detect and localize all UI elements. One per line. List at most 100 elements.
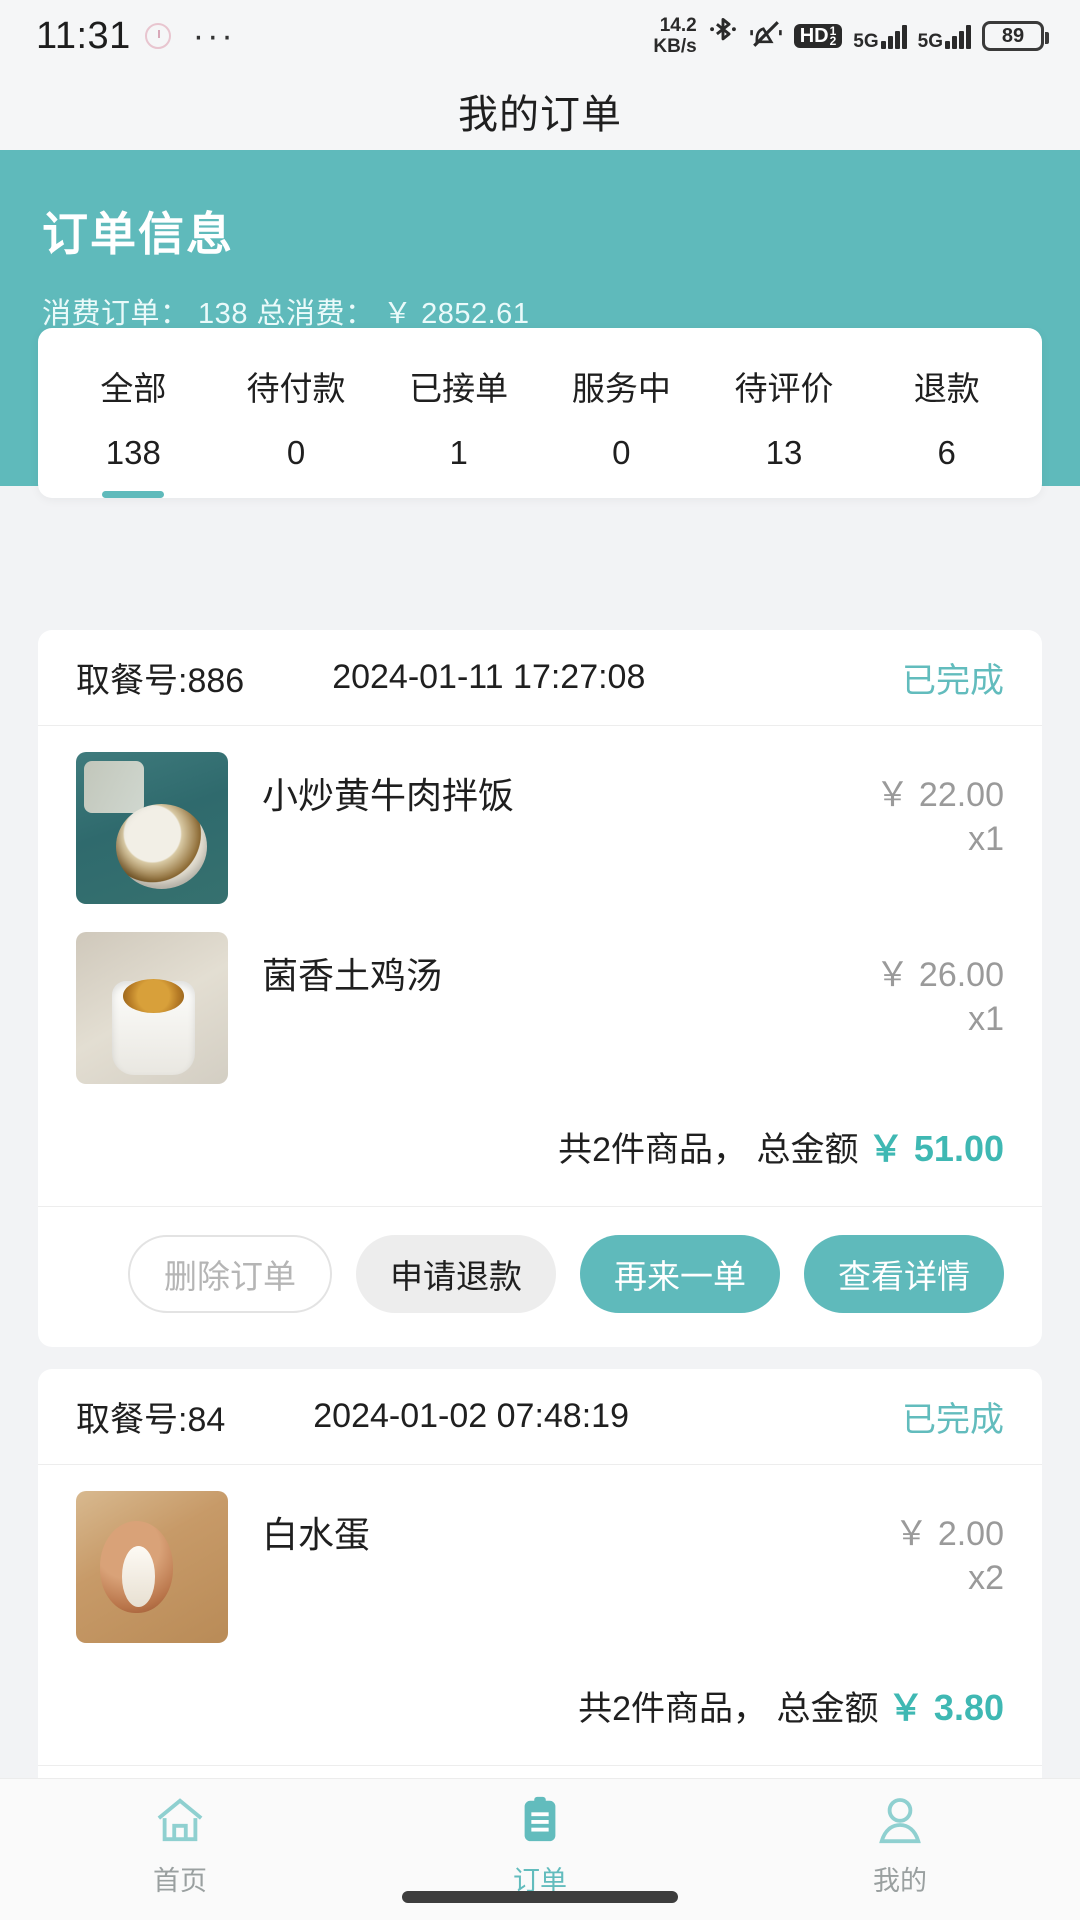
nav-item-orders[interactable]: 订单 (360, 1795, 720, 1898)
bluetooth-icon (708, 17, 738, 56)
summary-title: 订单信息 (42, 208, 234, 260)
tab-all-count: 138 (105, 434, 161, 471)
tab-all[interactable]: 全部 138 (52, 362, 215, 498)
food-quantity: x1 (968, 999, 1004, 1038)
pickup-number: 取餐号:84 (76, 1401, 226, 1439)
page-title: 我的订单 (458, 93, 622, 137)
food-price: ￥ 22.00 (875, 776, 1004, 814)
signal-label-1: 5G (853, 31, 879, 52)
bottom-navigation: 首页 订单 我的 (0, 1778, 1080, 1920)
network-speed-indicator: 14.2 KB/s (653, 15, 696, 57)
food-price: ￥ 26.00 (875, 956, 1004, 994)
summary-subtitle: 消费订单： 138 总消费： ￥ 2852.61 (42, 298, 530, 330)
nav-item-home-label: 首页 (153, 1866, 207, 1896)
tab-accepted-count: 1 (449, 434, 468, 471)
pickup-number: 取餐号:886 (76, 662, 245, 700)
network-speed-unit: KB/s (653, 36, 697, 57)
hd-label: HD (799, 25, 829, 47)
reorder-button[interactable]: 再来一单 (580, 1235, 780, 1313)
alarm-icon (144, 23, 171, 49)
order-total-amount: ￥ 3.80 (887, 1687, 1004, 1728)
tab-pending-review[interactable]: 待评价 13 (703, 362, 866, 472)
delete-order-button[interactable]: 删除订单 (128, 1235, 332, 1313)
tab-active-indicator (102, 491, 165, 498)
hd-sup-sub: 1 2 (829, 25, 837, 48)
food-quantity: x1 (968, 819, 1004, 858)
order-summary: 共2件商品， 总金额 ￥ 3.80 (38, 1671, 1042, 1765)
nav-item-home[interactable]: 首页 (0, 1795, 360, 1898)
order-card[interactable]: 取餐号:84 2024-01-02 07:48:19 已完成 白水蛋 ￥ 2.0… (38, 1369, 1042, 1778)
tab-all-label: 全部 (100, 370, 167, 407)
tab-refund-label: 退款 (913, 370, 980, 407)
signal-5g-icon-1: 5G (853, 23, 907, 52)
status-time: 11:31 (36, 14, 131, 57)
food-name: 白水蛋 (262, 1514, 371, 1555)
hd-voice-icon: HD 1 2 (793, 24, 843, 48)
tab-pending-review-count: 13 (765, 434, 803, 471)
signal-label-2: 5G (917, 31, 943, 52)
order-summary: 共2件商品， 总金额 ￥ 51.00 (38, 1112, 1042, 1206)
signal-bars-1 (880, 23, 907, 49)
food-name: 小炒黄牛肉拌饭 (262, 775, 515, 816)
signal-5g-icon-2: 5G (917, 23, 971, 52)
network-speed-value: 14.2 (659, 15, 697, 36)
tab-pending-payment-count: 0 (286, 434, 306, 471)
tab-pending-payment-label: 待付款 (246, 370, 346, 407)
order-card-header: 取餐号:84 2024-01-02 07:48:19 已完成 (38, 1369, 1042, 1465)
tab-accepted-label: 已接单 (409, 370, 509, 407)
overflow-dots-icon: ··· (192, 17, 236, 55)
food-quantity: x2 (968, 1558, 1004, 1597)
person-icon (874, 1795, 926, 1850)
order-item[interactable]: 菌香土鸡汤 ￥ 26.00 x1 (76, 932, 1004, 1084)
mute-icon (749, 18, 783, 55)
order-actions: 删除订单 申请退款 再来一单 查看详情 (38, 1765, 1042, 1778)
order-item[interactable]: 白水蛋 ￥ 2.00 x2 (76, 1491, 1004, 1643)
request-refund-button[interactable]: 申请退款 (356, 1235, 556, 1313)
tab-accepted[interactable]: 已接单 1 (377, 362, 540, 472)
order-items: 白水蛋 ￥ 2.00 x2 (38, 1465, 1042, 1643)
order-item[interactable]: 小炒黄牛肉拌饭 ￥ 22.00 x1 (76, 752, 1004, 904)
order-list[interactable]: 取餐号:886 2024-01-11 17:27:08 已完成 小炒黄牛肉拌饭 … (0, 630, 1080, 1778)
status-bar: 11:31 ··· 14.2 KB/s HD 1 2 5G 5G 89 (0, 0, 1080, 72)
food-thumbnail (76, 752, 228, 904)
order-total-amount: ￥ 51.00 (867, 1128, 1004, 1169)
order-status-tabs: 全部 138 待付款 0 已接单 1 服务中 0 待评价 13 退款 6 (38, 328, 1042, 498)
food-thumbnail (76, 1491, 228, 1643)
tab-in-service-count: 0 (612, 434, 631, 471)
order-status-badge: 已完成 (902, 1401, 1004, 1439)
food-price-qty: ￥ 2.00 x2 (894, 1491, 1004, 1643)
order-status-badge: 已完成 (902, 662, 1004, 700)
tab-in-service[interactable]: 服务中 0 (540, 362, 703, 472)
food-thumbnail (76, 932, 228, 1084)
tab-in-service-label: 服务中 (571, 370, 671, 407)
clipboard-icon (515, 1795, 565, 1850)
food-name: 菌香土鸡汤 (262, 955, 443, 996)
order-datetime: 2024-01-02 07:48:19 (313, 1397, 629, 1435)
order-card[interactable]: 取餐号:886 2024-01-11 17:27:08 已完成 小炒黄牛肉拌饭 … (38, 630, 1042, 1347)
order-summary-header: 订单信息 消费订单： 138 总消费： ￥ 2852.61 全部 138 待付款… (0, 150, 1080, 498)
food-price-qty: ￥ 26.00 x1 (875, 932, 1004, 1084)
view-details-button[interactable]: 查看详情 (804, 1235, 1004, 1313)
tab-refund-count: 6 (937, 434, 956, 471)
home-icon (153, 1795, 207, 1850)
battery-level: 89 (1001, 24, 1025, 47)
order-summary-prefix: 共2件商品， 总金额 (558, 1131, 859, 1169)
food-price: ￥ 2.00 (894, 1515, 1004, 1553)
nav-item-profile[interactable]: 我的 (720, 1795, 1080, 1898)
status-bar-left: 11:31 ··· (36, 15, 236, 58)
status-bar-right: 14.2 KB/s HD 1 2 5G 5G 89 (653, 15, 1049, 57)
home-indicator (402, 1891, 678, 1903)
food-price-qty: ￥ 22.00 x1 (875, 752, 1004, 904)
tab-pending-review-label: 待评价 (734, 370, 834, 407)
order-datetime: 2024-01-11 17:27:08 (332, 658, 646, 696)
nav-item-profile-label: 我的 (873, 1866, 927, 1896)
title-bar: 我的订单 (0, 72, 1080, 150)
order-summary-prefix: 共2件商品， 总金额 (578, 1690, 879, 1728)
tab-pending-payment[interactable]: 待付款 0 (215, 362, 378, 472)
tab-refund[interactable]: 退款 6 (865, 362, 1028, 472)
order-actions: 删除订单 申请退款 再来一单 查看详情 (38, 1206, 1042, 1347)
hd-sub: 2 (829, 34, 837, 48)
battery-icon: 89 (982, 21, 1049, 51)
order-items: 小炒黄牛肉拌饭 ￥ 22.00 x1 菌香土鸡汤 ￥ 26.00 x1 (38, 726, 1042, 1084)
order-card-header: 取餐号:886 2024-01-11 17:27:08 已完成 (38, 630, 1042, 726)
